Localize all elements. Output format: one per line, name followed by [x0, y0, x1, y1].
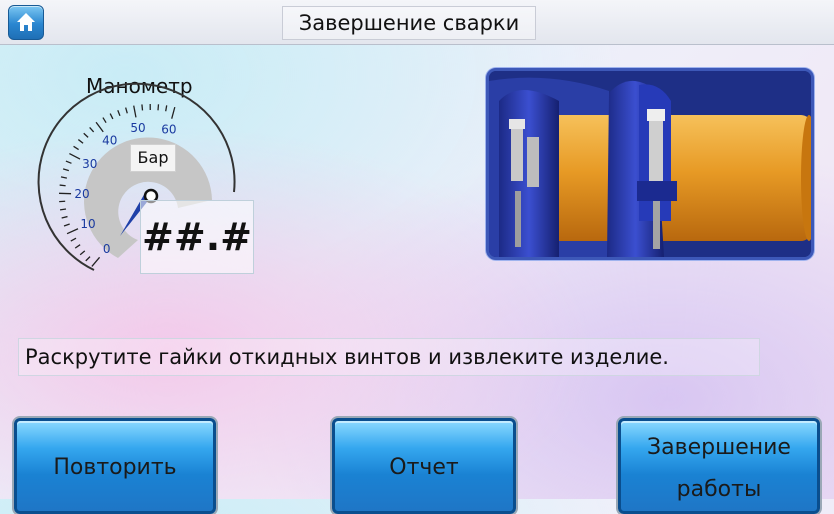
- gauge-minor-tick: [61, 177, 67, 178]
- gauge-major-tick: [69, 154, 80, 160]
- gauge-minor-tick: [84, 133, 88, 137]
- gauge-minor-tick: [60, 185, 66, 186]
- gauge-minor-tick: [110, 114, 113, 119]
- gauge-tick-label: 40: [102, 134, 117, 148]
- gauge-minor-tick: [78, 140, 83, 144]
- gauge-tick-label: 0: [103, 242, 111, 256]
- report-button[interactable]: Отчет: [332, 418, 516, 514]
- finish-work-button[interactable]: Завершение работы: [618, 418, 820, 514]
- gauge-unit: Бар: [130, 144, 176, 172]
- screen-title: Завершение сварки: [282, 6, 536, 40]
- gauge-minor-tick: [166, 105, 167, 111]
- repeat-button[interactable]: Повторить: [14, 418, 216, 514]
- gauge-minor-tick: [126, 108, 128, 114]
- gauge-tick-label: 20: [74, 187, 89, 201]
- gauge-tick-label: 10: [80, 217, 95, 231]
- pipe-clamp-illustration: [486, 68, 814, 260]
- gauge-tick-label: 30: [82, 157, 97, 171]
- gauge-minor-tick: [118, 110, 120, 116]
- gauge-minor-tick: [60, 209, 66, 210]
- finish-button-label-line1: Завершение: [621, 433, 817, 463]
- report-button-label: Отчет: [335, 455, 513, 480]
- finish-button-label-line2: работы: [621, 475, 817, 505]
- home-icon: [15, 11, 37, 33]
- gauge-label: Манометр: [86, 74, 193, 98]
- gauge-minor-tick: [64, 224, 70, 226]
- gauge-minor-tick: [75, 245, 80, 248]
- gauge-minor-tick: [74, 146, 79, 149]
- gauge-major-tick: [172, 107, 175, 119]
- gauge-minor-tick: [66, 161, 72, 163]
- gauge-minor-tick: [62, 217, 68, 218]
- gauge-major-tick: [134, 106, 136, 118]
- gauge-minor-tick: [71, 238, 76, 241]
- gauge-major-tick: [67, 229, 78, 234]
- gauge-tick-label: 60: [161, 122, 176, 136]
- gauge-minor-tick: [63, 169, 69, 171]
- gauge-minor-tick: [80, 251, 85, 255]
- gauge-tick-label: 50: [130, 121, 145, 135]
- gauge-minor-tick: [142, 104, 143, 110]
- title-bar: Завершение сварки: [0, 0, 834, 45]
- instruction-text: Раскрутите гайки откидных винтов и извле…: [18, 338, 760, 376]
- home-button[interactable]: [8, 5, 44, 40]
- gauge-major-tick: [96, 122, 103, 132]
- pressure-value: ##.#: [140, 200, 254, 274]
- gauge-major-tick: [92, 257, 100, 266]
- repeat-button-label: Повторить: [17, 455, 213, 480]
- gauge-minor-tick: [90, 127, 94, 131]
- gauge-minor-tick: [103, 118, 106, 123]
- gauge-minor-tick: [86, 257, 90, 261]
